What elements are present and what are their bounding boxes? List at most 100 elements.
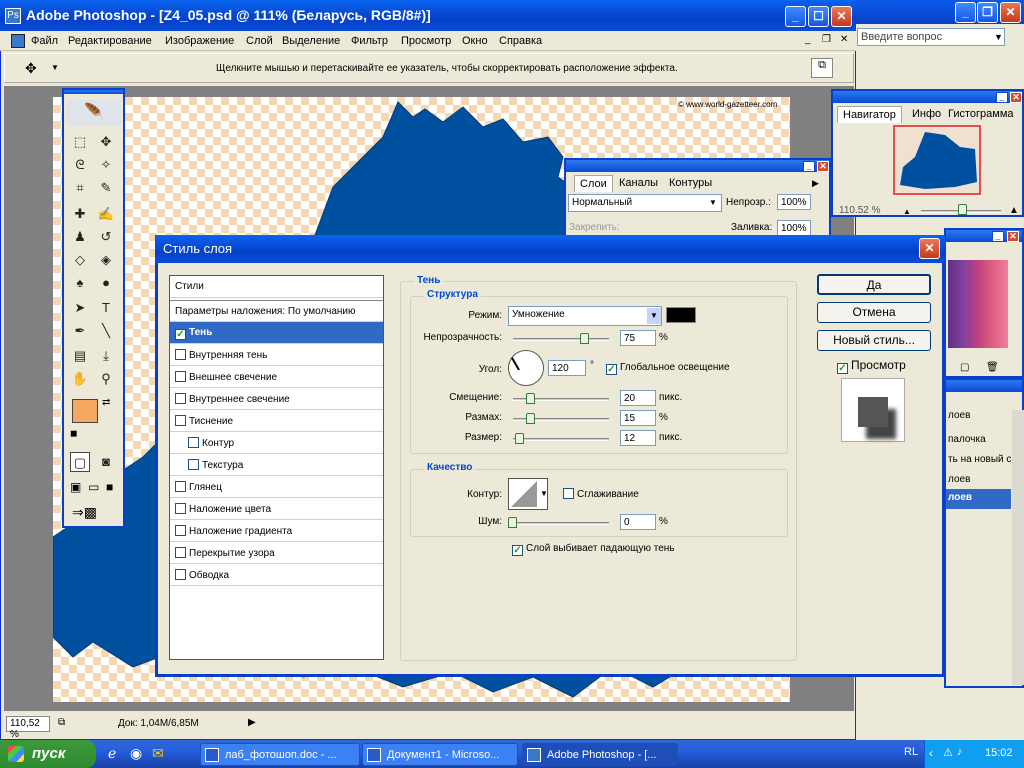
chevron-down-icon[interactable]: ▼ bbox=[540, 489, 548, 498]
zoom-out-icon[interactable]: ▲ bbox=[903, 207, 911, 216]
lasso-tool-icon[interactable]: ᘓ bbox=[70, 155, 90, 175]
marquee-tool-icon[interactable]: ⬚ bbox=[70, 132, 90, 152]
dialog-close-icon[interactable]: ✕ bbox=[919, 238, 940, 259]
type-tool-icon[interactable]: T bbox=[96, 298, 116, 318]
shadow-color-swatch[interactable] bbox=[666, 307, 696, 323]
style-item[interactable]: Наложение градиента bbox=[170, 520, 383, 542]
tab-layers[interactable]: Слои bbox=[574, 175, 613, 192]
dodge-tool-icon[interactable]: ● bbox=[96, 273, 116, 293]
screen-mode-standard-icon[interactable]: ▣ bbox=[70, 480, 81, 494]
menu-image[interactable]: Изображение bbox=[165, 35, 234, 47]
zoom-in-icon[interactable]: ▲ bbox=[1009, 205, 1019, 216]
close-icon[interactable]: ✕ bbox=[831, 6, 852, 27]
swatch-grid[interactable] bbox=[948, 260, 1008, 348]
menu-layer[interactable]: Слой bbox=[246, 35, 273, 47]
panel-close-icon[interactable]: ✕ bbox=[817, 161, 829, 172]
outlook-icon[interactable]: ✉ bbox=[152, 745, 164, 762]
paint-bucket-icon[interactable]: ◈ bbox=[96, 250, 116, 270]
opacity-slider-thumb[interactable] bbox=[580, 333, 589, 344]
opacity-input[interactable]: 100% bbox=[777, 194, 811, 210]
doc-close-icon[interactable]: ✕ bbox=[840, 34, 848, 45]
checkbox-icon[interactable] bbox=[175, 569, 186, 580]
panel-close-icon[interactable]: ✕ bbox=[1007, 231, 1019, 242]
eyedropper-icon[interactable]: ✎ bbox=[96, 178, 116, 198]
volume-icon[interactable]: ♪ bbox=[957, 746, 963, 758]
doc-restore-icon[interactable]: ❐ bbox=[822, 34, 831, 45]
ok-button[interactable]: Да bbox=[817, 274, 931, 295]
dropdown-arrow-icon[interactable]: ▼ bbox=[994, 32, 1003, 42]
checkbox-icon[interactable] bbox=[175, 481, 186, 492]
noise-slider-thumb[interactable] bbox=[508, 517, 517, 528]
minimize-icon[interactable]: _ bbox=[955, 2, 976, 23]
move-tool-icon[interactable]: ✥ bbox=[25, 60, 37, 77]
close-icon[interactable]: ✕ bbox=[1000, 2, 1021, 23]
maximize-icon[interactable]: ☐ bbox=[808, 6, 829, 27]
move-tool-icon[interactable]: ✥ bbox=[96, 132, 116, 152]
panel-close-icon[interactable]: ✕ bbox=[1010, 92, 1022, 103]
menu-file[interactable]: Файл bbox=[31, 35, 58, 47]
tab-navigator[interactable]: Навигатор bbox=[837, 106, 902, 123]
history-scrollbar[interactable] bbox=[1012, 410, 1024, 685]
opacity-slider[interactable] bbox=[513, 338, 609, 341]
angle-dial[interactable] bbox=[508, 350, 544, 386]
navigator-slider-thumb[interactable] bbox=[958, 204, 967, 215]
styles-header[interactable]: Стили bbox=[170, 276, 383, 298]
global-light-checkbox[interactable]: ✓ Глобальное освещение bbox=[606, 362, 730, 375]
eraser-tool-icon[interactable]: ◇ bbox=[70, 250, 90, 270]
stamp-tool-icon[interactable]: ♟ bbox=[70, 227, 90, 247]
tab-histogram[interactable]: Гистограмма bbox=[943, 106, 1019, 122]
blending-options-item[interactable]: Параметры наложения: По умолчанию bbox=[170, 300, 383, 322]
panel-minimize-icon[interactable]: _ bbox=[996, 92, 1008, 103]
brush-tool-icon[interactable]: ✍ bbox=[96, 204, 116, 224]
hand-tool-icon[interactable]: ✋ bbox=[70, 369, 90, 389]
status-menu-icon[interactable]: ▶ bbox=[248, 717, 256, 728]
distance-input[interactable]: 20 bbox=[620, 390, 656, 406]
panel-minimize-icon[interactable]: _ bbox=[803, 161, 815, 172]
explorer-icon[interactable]: ◉ bbox=[130, 745, 142, 762]
jump-to-imageready-icon[interactable]: ⇒▩ bbox=[72, 504, 97, 521]
style-item[interactable]: Внутреннее свечение bbox=[170, 388, 383, 410]
tray-expand-icon[interactable]: ‹ bbox=[929, 746, 933, 760]
cancel-button[interactable]: Отмена bbox=[817, 302, 931, 323]
opacity-input[interactable]: 75 bbox=[620, 330, 656, 346]
feather-logo-icon[interactable]: 🪶 bbox=[67, 100, 121, 126]
task-photoshop[interactable]: Adobe Photoshop - [... bbox=[522, 743, 678, 766]
style-item[interactable]: Контур bbox=[170, 432, 383, 454]
spread-slider-thumb[interactable] bbox=[526, 413, 535, 424]
antialias-checkbox[interactable]: Сглаживание bbox=[563, 488, 639, 500]
checkbox-icon[interactable] bbox=[175, 415, 186, 426]
status-icon[interactable]: ⧉ bbox=[58, 717, 65, 728]
preview-checkbox[interactable]: ✓ Просмотр bbox=[837, 358, 906, 374]
distance-slider-thumb[interactable] bbox=[526, 393, 535, 404]
style-item[interactable]: Текстура bbox=[170, 454, 383, 476]
history-item[interactable]: лоев bbox=[948, 410, 970, 421]
angle-input[interactable]: 120 bbox=[548, 360, 586, 376]
style-item[interactable]: Внутренняя тень bbox=[170, 344, 383, 366]
tab-channels[interactable]: Каналы bbox=[614, 175, 663, 191]
tab-paths[interactable]: Контуры bbox=[664, 175, 717, 191]
task-word-doc[interactable]: лаб_фотошоп.doc - ... bbox=[200, 743, 360, 766]
notes-tool-icon[interactable]: ▤ bbox=[70, 346, 90, 366]
size-slider[interactable] bbox=[513, 438, 609, 441]
tab-info[interactable]: Инфо bbox=[907, 106, 946, 122]
style-item[interactable]: Глянец bbox=[170, 476, 383, 498]
checkbox-icon[interactable] bbox=[175, 349, 186, 360]
path-select-icon[interactable]: ➤ bbox=[70, 298, 90, 318]
language-indicator[interactable]: RL bbox=[904, 746, 918, 758]
ie-icon[interactable]: ℯ bbox=[108, 745, 116, 762]
history-brush-icon[interactable]: ↺ bbox=[96, 227, 116, 247]
healing-brush-icon[interactable]: ✚ bbox=[70, 204, 90, 224]
zoom-field[interactable]: 110,52 % bbox=[6, 716, 50, 740]
checkbox-icon[interactable] bbox=[188, 437, 199, 448]
magic-wand-icon[interactable]: ✧ bbox=[96, 155, 116, 175]
doc-minimize-icon[interactable]: _ bbox=[805, 34, 811, 45]
checkbox-icon[interactable] bbox=[175, 503, 186, 514]
quickmask-mode-icon[interactable]: ◙ bbox=[96, 452, 116, 472]
size-slider-thumb[interactable] bbox=[515, 433, 524, 444]
palette-well-icon[interactable]: ⧉ bbox=[811, 58, 833, 78]
style-item[interactable]: Обводка bbox=[170, 564, 383, 586]
panel-minimize-icon[interactable]: _ bbox=[992, 231, 1004, 242]
spread-input[interactable]: 15 bbox=[620, 410, 656, 426]
help-search-input[interactable]: Введите вопрос bbox=[857, 28, 1005, 46]
default-colors-icon[interactable]: ◼ bbox=[70, 428, 77, 439]
